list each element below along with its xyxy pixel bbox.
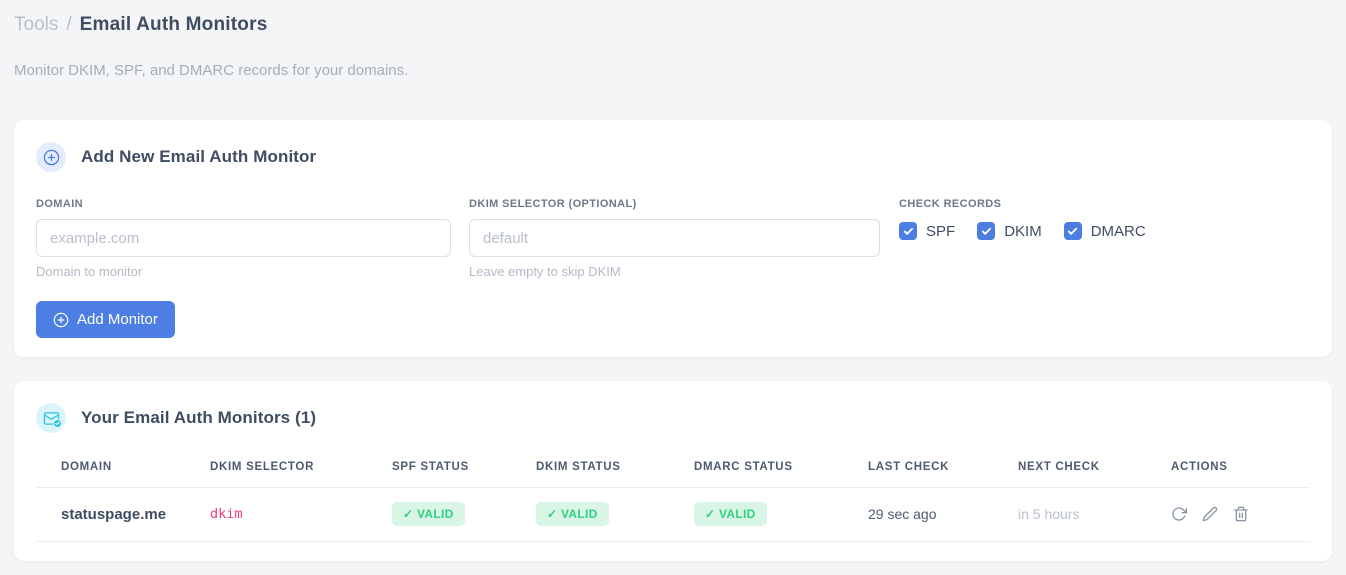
circle-plus-icon: [36, 142, 66, 172]
column-header-dmarc-status: DMARC STATUS: [694, 453, 868, 488]
mail-check-icon: [36, 403, 66, 433]
check-records-row: SPF DKIM DMARC: [899, 222, 1146, 240]
monitors-table: DOMAIN DKIM SELECTOR SPF STATUS DKIM STA…: [36, 453, 1310, 542]
page-header: Tools / Email Auth Monitors Monitor DKIM…: [0, 0, 1346, 79]
page-subtitle: Monitor DKIM, SPF, and DMARC records for…: [14, 62, 409, 79]
domain-field-group: DOMAIN Domain to monitor: [36, 198, 451, 279]
edit-pencil-icon[interactable]: [1202, 506, 1218, 522]
monitor-domain: statuspage.me: [36, 487, 210, 542]
checkbox-spf-label: SPF: [926, 222, 956, 240]
row-actions: [1171, 506, 1310, 522]
add-monitor-card-header: Add New Email Auth Monitor: [36, 142, 1310, 172]
add-monitor-button[interactable]: Add Monitor: [36, 301, 175, 338]
add-monitor-card-title: Add New Email Auth Monitor: [81, 147, 317, 166]
monitors-card-title: Your Email Auth Monitors (1): [81, 408, 317, 427]
dkim-selector-field-helper: Leave empty to skip DKIM: [469, 264, 621, 279]
monitor-last-check: 29 sec ago: [868, 487, 1018, 542]
checkbox-dkim-label: DKIM: [1004, 222, 1042, 240]
add-monitor-card: Add New Email Auth Monitor DOMAIN Domain…: [14, 120, 1332, 357]
table-header-row: DOMAIN DKIM SELECTOR SPF STATUS DKIM STA…: [36, 453, 1310, 488]
monitor-next-check: in 5 hours: [1018, 487, 1171, 542]
dkim-selector-input[interactable]: [469, 219, 880, 257]
column-header-domain: DOMAIN: [36, 453, 210, 488]
check-records-label: CHECK RECORDS: [899, 198, 1002, 210]
refresh-icon[interactable]: [1171, 506, 1187, 522]
column-header-actions: ACTIONS: [1171, 453, 1310, 488]
column-header-last-check: LAST CHECK: [868, 453, 1018, 488]
circle-plus-icon: [53, 312, 69, 327]
breadcrumb-tools-link[interactable]: Tools: [14, 14, 58, 36]
spf-status-badge: ✓ VALID: [392, 502, 465, 526]
add-monitor-form: DOMAIN Domain to monitor DKIM SELECTOR (…: [36, 198, 1310, 279]
monitors-list-card: Your Email Auth Monitors (1) DOMAIN DKIM…: [14, 381, 1332, 561]
domain-input[interactable]: [36, 219, 451, 257]
checkbox-dmarc-label: DMARC: [1090, 222, 1146, 240]
checkbox-checked-icon[interactable]: [977, 222, 996, 240]
monitor-dkim-selector: dkim: [210, 487, 392, 542]
dkim-selector-field-group: DKIM SELECTOR (OPTIONAL) Leave empty to …: [469, 198, 880, 279]
trash-icon[interactable]: [1233, 506, 1249, 522]
page-title: Email Auth Monitors: [79, 14, 268, 35]
checkbox-checked-icon[interactable]: [1063, 222, 1082, 240]
check-dot-icon: [53, 419, 62, 428]
breadcrumb-separator: /: [66, 14, 72, 35]
column-header-next-check: NEXT CHECK: [1018, 453, 1171, 488]
dmarc-status-badge: ✓ VALID: [694, 502, 767, 526]
add-monitor-button-label: Add Monitor: [77, 311, 158, 328]
dkim-status-badge: ✓ VALID: [536, 502, 609, 526]
column-header-dkim-status: DKIM STATUS: [536, 453, 694, 488]
checkbox-checked-icon[interactable]: [899, 222, 917, 240]
breadcrumb: Tools / Email Auth Monitors: [14, 14, 1330, 36]
checkbox-dkim[interactable]: DKIM: [977, 222, 1042, 240]
dkim-selector-field-label: DKIM SELECTOR (OPTIONAL): [469, 198, 637, 210]
table-row: statuspage.me dkim ✓ VALID ✓ VALID ✓ VAL…: [36, 487, 1310, 542]
domain-field-label: DOMAIN: [36, 198, 84, 210]
column-header-dkim-selector: DKIM SELECTOR: [210, 453, 392, 488]
checkbox-spf[interactable]: SPF: [899, 222, 955, 240]
column-header-spf-status: SPF STATUS: [392, 453, 536, 488]
checkbox-dmarc[interactable]: DMARC: [1063, 222, 1146, 240]
check-records-group: CHECK RECORDS SPF DKIM DMARC: [899, 198, 1146, 279]
domain-field-helper: Domain to monitor: [36, 264, 143, 279]
monitors-card-header: Your Email Auth Monitors (1): [36, 403, 1310, 433]
